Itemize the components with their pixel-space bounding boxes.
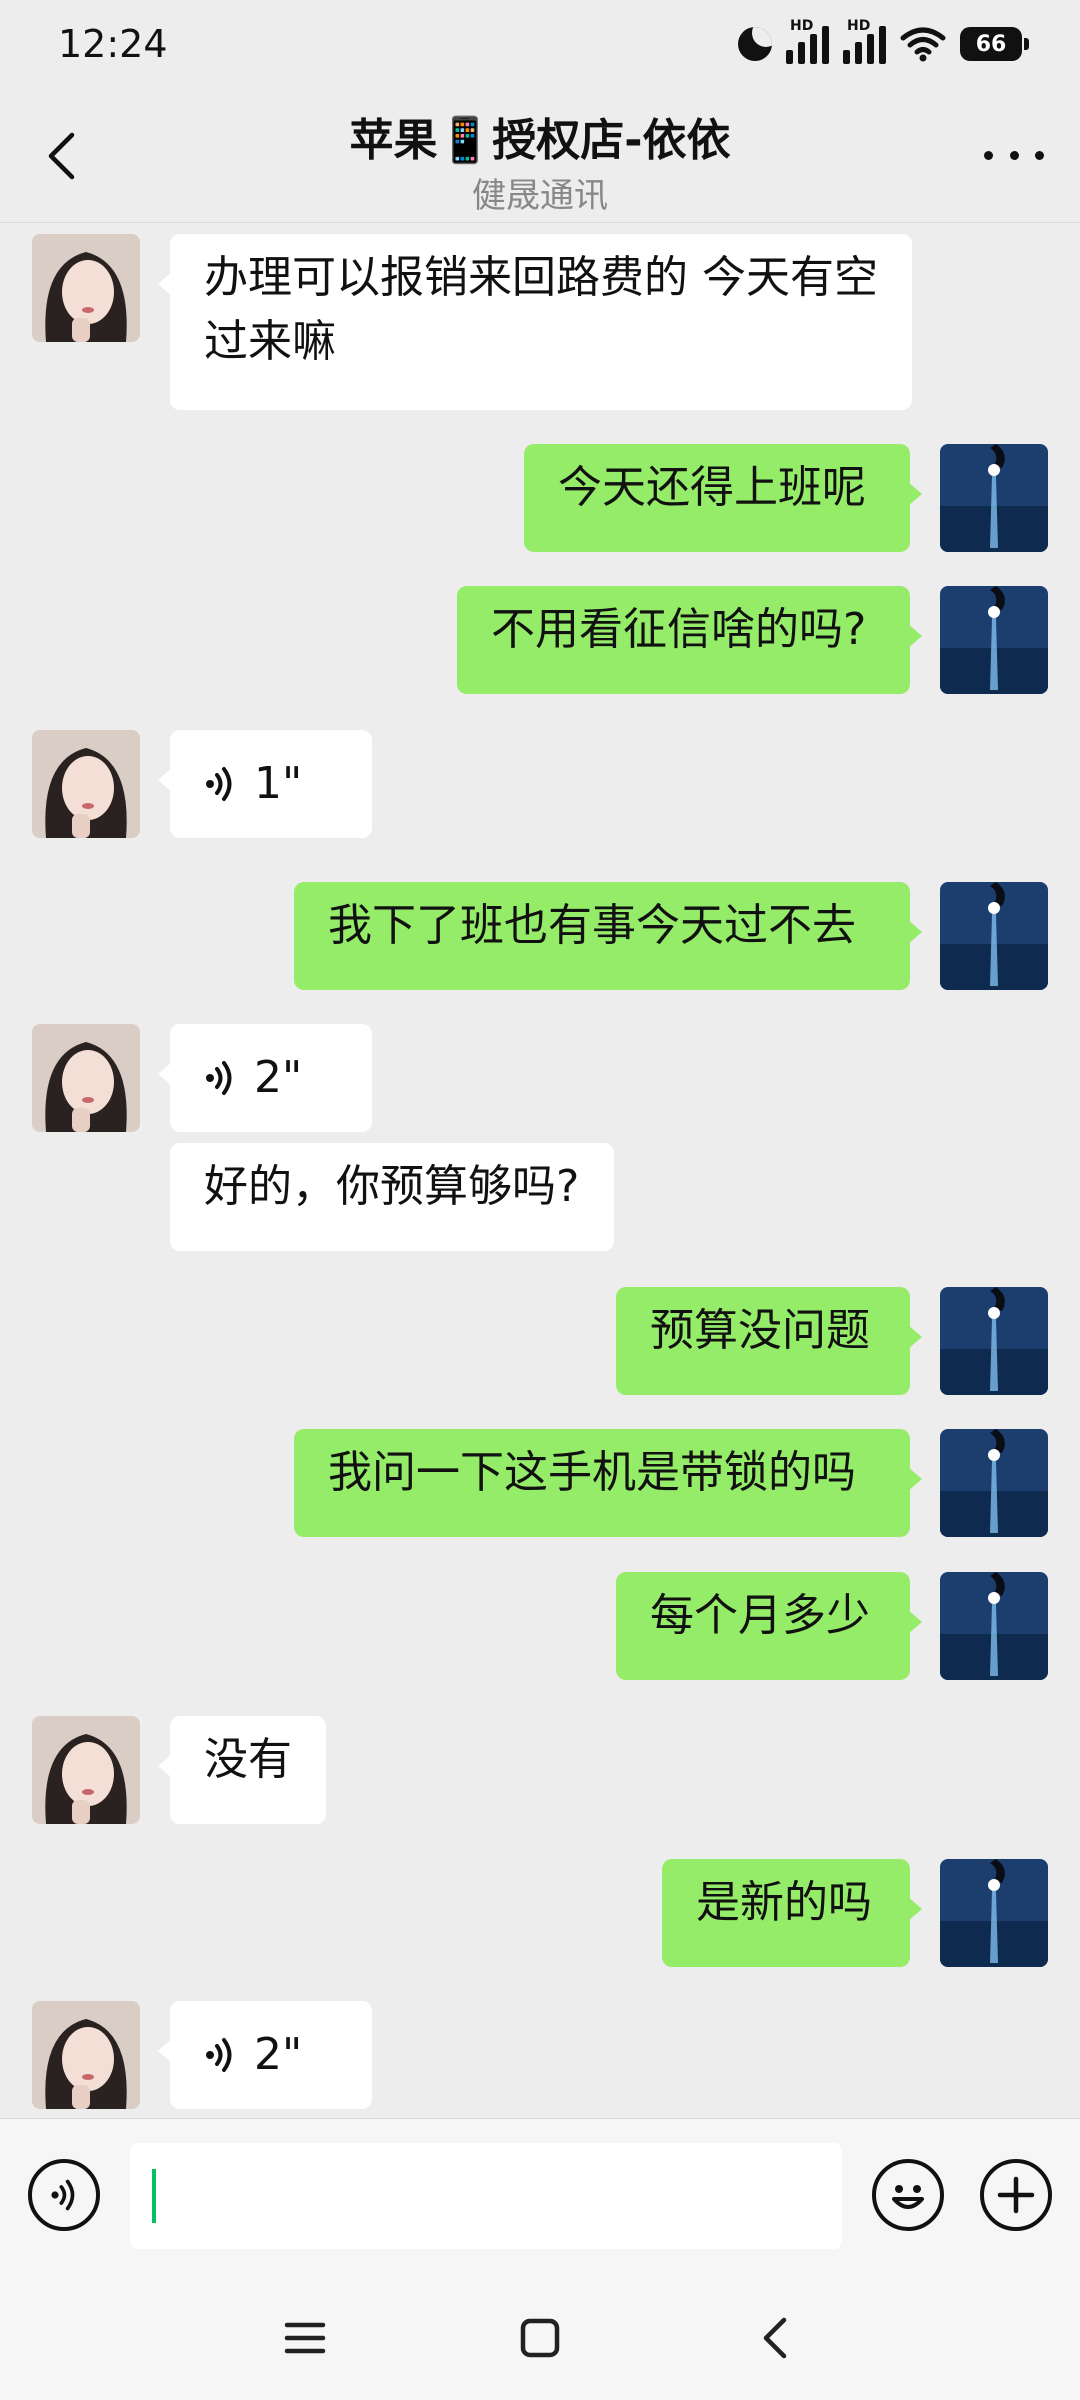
- chat-screen: 12:24 HD HD 66 苹果�: [0, 0, 1080, 2400]
- message-bubble-outgoing[interactable]: 今天还得上班呢: [524, 444, 922, 552]
- signal-icon-2: HD: [843, 18, 886, 64]
- menu-icon: [284, 2322, 326, 2354]
- battery-indicator: 66: [960, 27, 1029, 61]
- message-bubble-incoming[interactable]: 好的，你预算够吗?: [170, 1143, 614, 1251]
- voice-icon: [51, 2179, 75, 2211]
- self-avatar[interactable]: [940, 882, 1048, 990]
- message-text: 我下了班也有事今天过不去: [328, 900, 856, 951]
- voice-wave-icon: [206, 1061, 232, 1095]
- message-bubble-incoming[interactable]: 办理可以报销来回路费的 今天有空过来嘛: [158, 234, 912, 410]
- more-functions-button[interactable]: [980, 2159, 1052, 2231]
- nav-home-button[interactable]: [510, 2308, 570, 2368]
- voice-duration: 1": [254, 758, 303, 809]
- nav-back-button[interactable]: [745, 2308, 805, 2368]
- self-avatar[interactable]: [940, 1572, 1048, 1680]
- message-bubble-outgoing[interactable]: 每个月多少: [616, 1572, 922, 1680]
- home-square-icon: [520, 2318, 560, 2358]
- message-bubble-outgoing[interactable]: 我下了班也有事今天过不去: [294, 882, 922, 990]
- voice-wave-icon: [206, 767, 232, 801]
- self-avatar[interactable]: [940, 586, 1048, 694]
- more-options-button[interactable]: [984, 140, 1044, 170]
- self-avatar[interactable]: [940, 444, 1048, 552]
- message-text: 我问一下这手机是带锁的吗: [328, 1447, 856, 1498]
- message-bubble-outgoing[interactable]: 是新的吗: [662, 1859, 922, 1967]
- hd-label-2: HD: [847, 18, 871, 34]
- voice-input-button[interactable]: [28, 2159, 100, 2231]
- contact-avatar[interactable]: [32, 730, 140, 838]
- voice-message-content: 1": [204, 742, 338, 826]
- chat-header: 苹果📱授权店-依依 健晟通讯: [0, 90, 1080, 223]
- message-input[interactable]: [130, 2143, 842, 2249]
- status-icons: HD HD 66: [738, 18, 1029, 64]
- voice-message-bubble[interactable]: 2": [158, 2001, 372, 2109]
- chat-title: 苹果📱授权店-依依: [349, 115, 731, 166]
- text-cursor: [152, 2169, 156, 2223]
- more-dot-icon: [1035, 150, 1044, 160]
- contact-avatar[interactable]: [32, 1024, 140, 1132]
- message-text: 是新的吗: [696, 1877, 872, 1928]
- message-bubble-outgoing[interactable]: 预算没问题: [616, 1287, 922, 1395]
- more-dot-icon: [984, 150, 993, 160]
- voice-message-content: 2": [204, 2013, 338, 2097]
- status-bar: 12:24 HD HD 66: [0, 0, 1080, 90]
- contact-avatar[interactable]: [32, 1716, 140, 1824]
- emoji-icon: [892, 2185, 924, 2209]
- message-text: 预算没问题: [650, 1305, 870, 1356]
- contact-avatar[interactable]: [32, 234, 140, 342]
- signal-icon: HD: [786, 18, 829, 64]
- back-arrow-icon: [763, 2317, 787, 2359]
- self-avatar[interactable]: [940, 1287, 1048, 1395]
- message-text: 不用看征信啥的吗?: [491, 604, 867, 655]
- voice-duration: 2": [254, 1052, 303, 1103]
- do-not-disturb-icon: [738, 27, 772, 61]
- emoji-button[interactable]: [872, 2159, 944, 2231]
- more-dot-icon: [1009, 150, 1019, 160]
- voice-wave-icon: [206, 2038, 232, 2072]
- plus-icon: [997, 2176, 1035, 2214]
- voice-message-bubble[interactable]: 1": [158, 730, 372, 838]
- hd-label: HD: [790, 18, 814, 34]
- message-text: 没有: [204, 1734, 292, 1785]
- self-avatar[interactable]: [940, 1429, 1048, 1537]
- self-avatar[interactable]: [940, 1859, 1048, 1967]
- message-text: 今天还得上班呢: [558, 462, 866, 513]
- wifi-icon: [900, 27, 946, 62]
- message-bubble-incoming[interactable]: 没有: [158, 1716, 326, 1824]
- voice-duration: 2": [254, 2029, 303, 2080]
- voice-message-content: 2": [204, 1036, 338, 1120]
- chat-subtitle: 健晟通讯: [472, 176, 608, 216]
- message-bubble-outgoing[interactable]: 不用看征信啥的吗?: [457, 586, 922, 694]
- input-bar: [0, 2118, 1080, 2271]
- message-list[interactable]: 办理可以报销来回路费的 今天有空过来嘛 今天还得上班呢 不用看征信啥的吗? 1": [0, 223, 1080, 2118]
- message-bubble-outgoing[interactable]: 我问一下这手机是带锁的吗: [294, 1429, 922, 1537]
- status-time: 12:24: [58, 22, 168, 66]
- message-text: 好的，你预算够吗?: [204, 1161, 580, 1212]
- system-nav-bar: [0, 2270, 1080, 2400]
- voice-message-bubble[interactable]: 2": [158, 1024, 372, 1132]
- contact-avatar[interactable]: [32, 2001, 140, 2109]
- nav-menu-button[interactable]: [275, 2308, 335, 2368]
- message-text: 办理可以报销来回路费的 今天有空过来嘛: [204, 252, 878, 367]
- message-text: 每个月多少: [650, 1590, 870, 1641]
